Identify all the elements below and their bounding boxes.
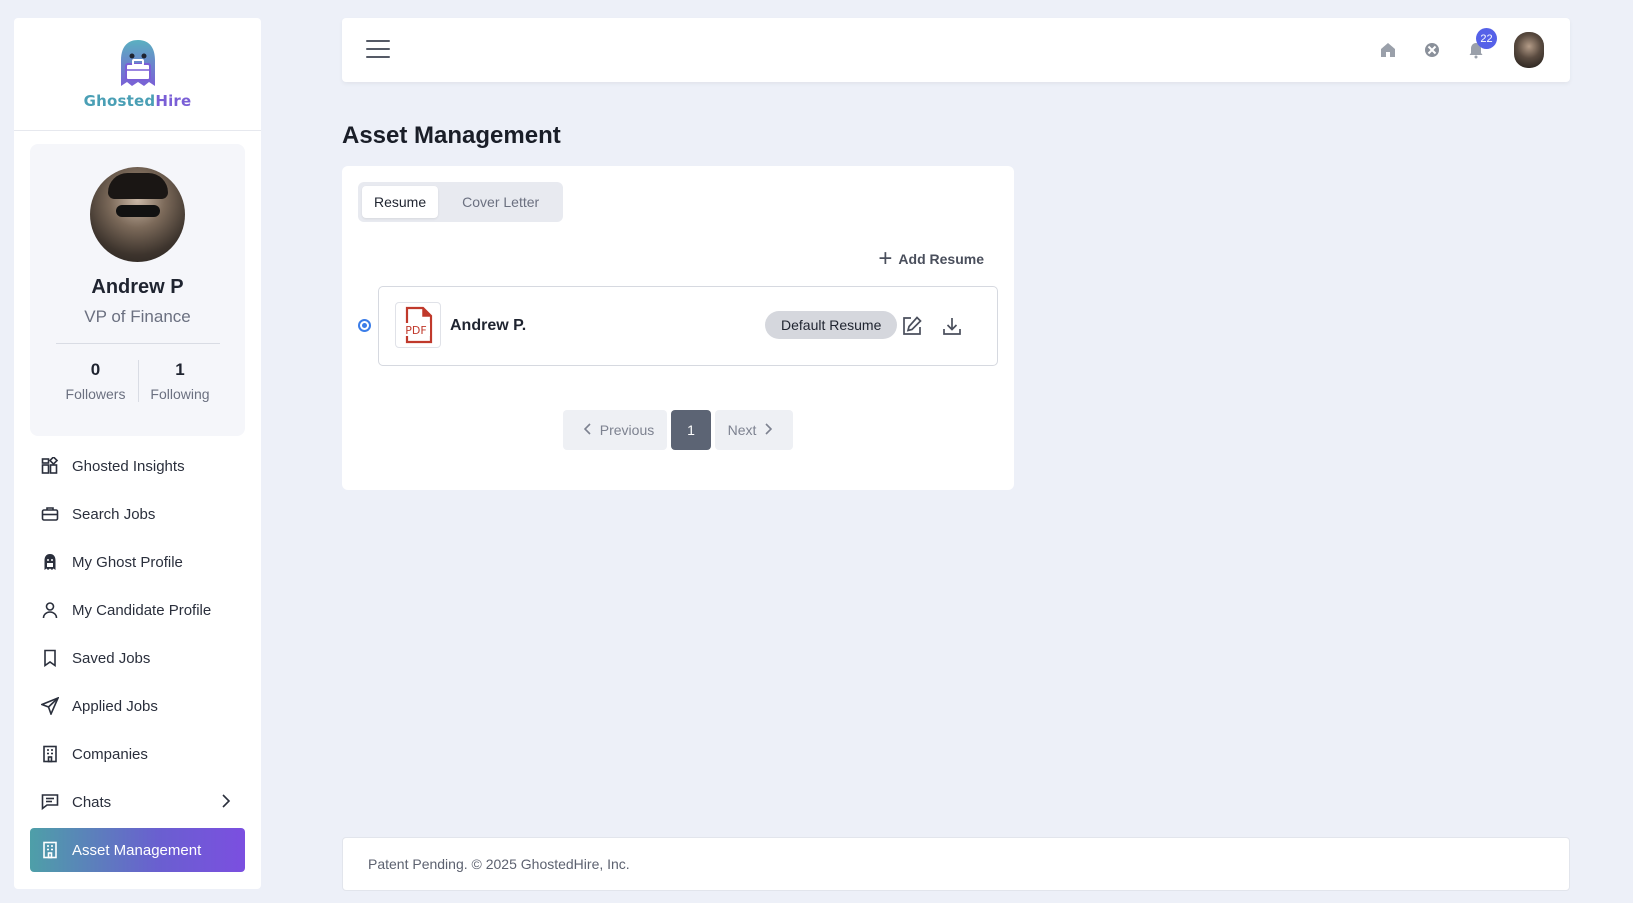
next-page-button[interactable]: Next <box>715 410 793 450</box>
sidebar-item-label: Chats <box>72 793 112 811</box>
home-icon[interactable] <box>1378 40 1398 60</box>
user-avatar[interactable] <box>1514 32 1544 68</box>
profile-role: VP of Finance <box>84 307 191 326</box>
logo-text-ghosted: Ghosted <box>83 92 156 110</box>
following-label: Following <box>150 386 210 402</box>
insights-icon <box>40 456 60 476</box>
sidebar-item-label: Asset Management <box>72 841 202 859</box>
chevron-right-icon <box>764 422 773 438</box>
logo-text-hire: Hire <box>155 92 192 110</box>
sidebar-item-saved-jobs[interactable]: Saved Jobs <box>30 636 245 680</box>
previous-page-button[interactable]: Previous <box>563 410 667 450</box>
pdf-label: PDF <box>405 324 426 337</box>
user-icon <box>40 600 60 620</box>
edit-icon[interactable] <box>901 315 923 337</box>
sidebar-item-label: Companies <box>72 745 148 763</box>
previous-label: Previous <box>599 422 655 438</box>
ghost-logo-icon <box>120 40 155 86</box>
resume-name: Andrew P. <box>450 317 527 334</box>
add-resume-label: Add Resume <box>898 251 984 267</box>
asset-tabs: Resume Cover Letter <box>358 182 563 222</box>
sidebar-item-asset-management[interactable]: Asset Management <box>30 828 245 872</box>
profile-card: Andrew P VP of Finance 0 Followers 1 Fol… <box>30 144 245 436</box>
sidebar-item-applied-jobs[interactable]: Applied Jobs <box>30 684 245 728</box>
send-icon <box>40 696 60 716</box>
bookmark-icon <box>40 648 60 668</box>
sidebar-item-label: Search Jobs <box>72 505 156 523</box>
default-resume-badge: Default Resume <box>765 311 898 339</box>
resume-row[interactable]: PDF Andrew P. Default Resume <box>378 286 998 366</box>
sidebar-item-search-jobs[interactable]: Search Jobs <box>30 492 245 536</box>
top-bar: 22 <box>342 18 1570 82</box>
profile-stats: 0 Followers 1 Following <box>54 360 222 402</box>
ghost-icon <box>40 552 60 572</box>
following-count: 1 <box>175 360 185 379</box>
sidebar-item-label: My Ghost Profile <box>72 553 183 571</box>
logo-text: GhostedHire <box>84 92 192 110</box>
sidebar-item-label: My Candidate Profile <box>72 601 212 619</box>
tab-resume[interactable]: Resume <box>362 186 439 218</box>
briefcase-icon <box>40 504 60 524</box>
followers-label: Followers <box>65 386 126 402</box>
avatar[interactable] <box>90 167 185 262</box>
plus-icon: + <box>878 245 893 272</box>
tab-cover-letter[interactable]: Cover Letter <box>450 186 551 218</box>
pagination: Previous 1 Next <box>563 410 793 450</box>
chat-icon <box>40 792 60 812</box>
pdf-file-icon: PDF <box>395 302 441 348</box>
menu-icon[interactable] <box>366 40 390 60</box>
sidebar-item-label: Ghosted Insights <box>72 457 185 475</box>
page-title: Asset Management <box>342 122 561 149</box>
chevron-right-icon <box>221 793 231 813</box>
sidebar-item-my-ghost-profile[interactable]: My Ghost Profile <box>30 540 245 584</box>
download-icon[interactable] <box>941 315 963 337</box>
settings-icon[interactable] <box>1422 40 1442 60</box>
sidebar: GhostedHire Andrew P VP of Finance 0 Fol… <box>14 18 261 889</box>
sidebar-item-companies[interactable]: Companies <box>30 732 245 776</box>
footer: Patent Pending. © 2025 GhostedHire, Inc. <box>342 837 1570 891</box>
page-number-button[interactable]: 1 <box>671 410 711 450</box>
profile-divider <box>55 343 220 344</box>
sidebar-item-my-candidate-profile[interactable]: My Candidate Profile <box>30 588 245 632</box>
asset-icon <box>40 840 60 860</box>
following-stat[interactable]: 1 Following <box>137 360 222 402</box>
sidebar-item-label: Applied Jobs <box>72 697 158 715</box>
followers-stat[interactable]: 0 Followers <box>54 360 138 402</box>
asset-card: Resume Cover Letter + Add Resume PDF And… <box>342 166 1014 490</box>
resume-select-radio[interactable] <box>358 319 371 332</box>
add-resume-button[interactable]: + Add Resume <box>878 245 984 272</box>
sidebar-item-label: Saved Jobs <box>72 649 151 667</box>
sidebar-nav: Ghosted Insights Search Jobs My Ghost Pr… <box>14 444 261 872</box>
notification-badge: 22 <box>1476 28 1497 49</box>
logo[interactable]: GhostedHire <box>14 18 261 131</box>
sidebar-item-chats[interactable]: Chats <box>30 780 245 824</box>
sidebar-item-ghosted-insights[interactable]: Ghosted Insights <box>30 444 245 488</box>
followers-count: 0 <box>90 360 101 379</box>
profile-name: Andrew P <box>91 276 184 298</box>
building-icon <box>40 744 60 764</box>
next-label: Next <box>727 422 757 438</box>
footer-text: Patent Pending. © 2025 GhostedHire, Inc. <box>368 856 630 872</box>
chevron-left-icon <box>583 422 592 438</box>
